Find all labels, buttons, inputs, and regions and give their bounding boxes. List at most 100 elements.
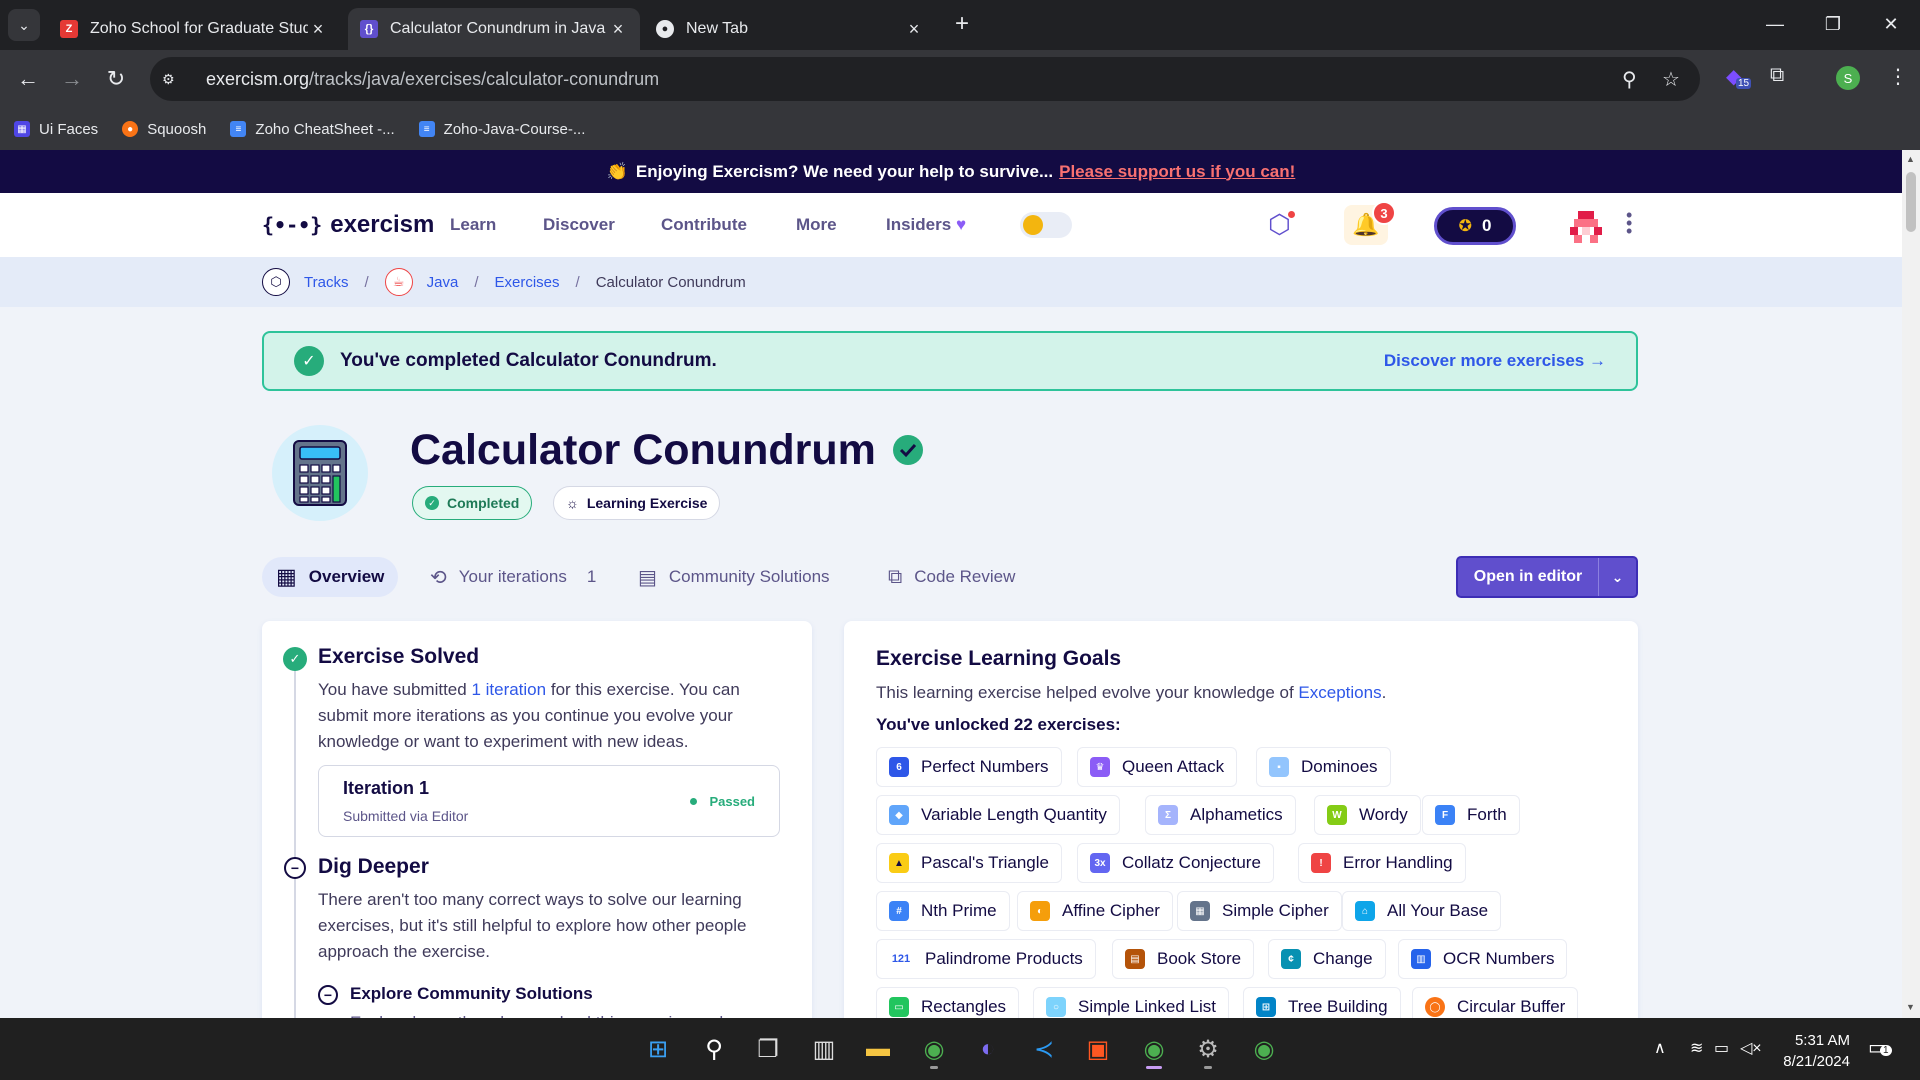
tray-chevron-icon[interactable]: ∧ [1654,1038,1666,1058]
settings-gear-icon[interactable]: ⚙ [1188,1029,1228,1069]
profile-avatar[interactable]: S [1836,66,1860,90]
restore-button[interactable]: ❐ [1810,8,1856,40]
bookmark-zoho-java-course[interactable]: ≡ Zoho-Java-Course-... [418,121,585,138]
tab-calculator-conundrum[interactable]: {} Calculator Conundrum in Java o × [348,8,640,50]
task-view-icon[interactable]: ❐ [748,1029,788,1069]
tab-new-tab[interactable]: ● New Tab × [644,8,936,50]
nav-learn[interactable]: Learn [450,215,496,235]
tab-your-iterations[interactable]: ⟲ Your iterations 1 [416,557,610,597]
volume-muted-icon[interactable]: ◁× [1740,1038,1762,1058]
chrome-profile-icon[interactable]: ◉ [1134,1029,1174,1069]
wifi-icon[interactable]: ≋ [1690,1038,1703,1058]
exercise-chip-nth-prime[interactable]: # Nth Prime [876,891,1010,931]
url-text[interactable]: exercism.org/tracks/java/exercises/calcu… [206,69,659,90]
minimize-button[interactable]: — [1752,8,1798,40]
concept-exceptions-link[interactable]: Exceptions [1298,683,1381,702]
exercise-chip-circular-buffer[interactable]: ◯ Circular Buffer [1412,987,1579,1018]
bookmark-zoho-cheatsheet[interactable]: ≡ Zoho CheatSheet -... [230,121,395,138]
exercise-chip-simple-linked-list[interactable]: ○ Simple Linked List [1033,987,1229,1018]
nav-contribute[interactable]: Contribute [661,215,747,235]
windows-start-icon[interactable]: ⊞ [638,1029,678,1069]
breadcrumb-tracks[interactable]: Tracks [304,274,348,291]
exercise-chip-book-store[interactable]: ▤ Book Store [1112,939,1255,979]
scrollbar-thumb[interactable] [1906,172,1916,232]
close-tab-icon[interactable]: × [308,19,328,40]
collapse-icon[interactable]: − [284,857,306,879]
widgets-icon[interactable]: ▥ [804,1029,844,1069]
chevron-down-icon[interactable]: ⌄ [1598,558,1636,596]
new-tab-button[interactable]: + [948,10,976,38]
wps-office-icon[interactable]: ▣ [1078,1029,1118,1069]
zoom-icon[interactable]: ⚲ [1622,67,1637,92]
extensions-puzzle-icon[interactable]: ⧉ [1770,64,1784,87]
site-info-icon[interactable]: ⚙ [162,71,192,88]
exercise-chip-all-your-base[interactable]: ⌂ All Your Base [1342,891,1502,931]
scroll-down-icon[interactable]: ▼ [1906,1002,1915,1012]
support-link[interactable]: Please support us if you can! [1059,162,1295,182]
forward-button[interactable]: → [56,63,88,95]
exercise-chip-wordy[interactable]: W Wordy [1314,795,1421,835]
notification-center-icon[interactable]: ▭ 1 [1868,1035,1892,1060]
scroll-up-icon[interactable]: ▲ [1906,154,1915,164]
vscode-icon[interactable]: ≺ [1024,1029,1064,1069]
collapse-icon[interactable]: − [318,985,338,1005]
chrome-profile-2-icon[interactable]: ◉ [1244,1029,1284,1069]
tab-zoho-school[interactable]: Z Zoho School for Graduate Studi × [48,8,340,50]
more-options-icon[interactable]: • • • [1626,206,1632,240]
iteration-card[interactable]: Iteration 1 Submitted via Editor Passed [318,765,780,837]
bookmark-squoosh[interactable]: ● Squoosh [122,121,206,138]
tab-community-solutions[interactable]: ▤ Community Solutions [624,557,844,597]
exercise-chip-dominoes[interactable]: ▪ Dominoes [1256,747,1391,787]
exercise-chip-forth[interactable]: F Forth [1422,795,1520,835]
journey-hexagon-icon[interactable]: ⬡ [1268,209,1295,240]
nav-more[interactable]: More [796,215,837,235]
exercise-chip-variable-length-quantity[interactable]: ◆ Variable Length Quantity [876,795,1120,835]
reload-button[interactable]: ↻ [100,63,132,95]
breadcrumb-java[interactable]: Java [427,274,459,291]
browser-menu-icon[interactable]: ⋮ [1888,64,1908,89]
theme-toggle[interactable] [1020,212,1072,238]
exercise-chip-change[interactable]: ¢ Change [1268,939,1386,979]
reputation-button[interactable]: ✪ 0 [1434,207,1516,245]
close-tab-icon[interactable]: × [904,19,924,40]
file-explorer-icon[interactable]: ▬ [858,1029,898,1069]
iteration-link[interactable]: 1 iteration [471,680,546,699]
exercise-chip-rectangles[interactable]: ▭ Rectangles [876,987,1020,1018]
open-in-editor-button[interactable]: Open in editor ⌄ [1456,556,1638,598]
bookmark-star-icon[interactable]: ☆ [1662,67,1680,92]
system-clock[interactable]: 5:31 AM 8/21/2024 [1760,1030,1850,1072]
back-button[interactable]: ← [12,63,44,95]
breadcrumb-exercises[interactable]: Exercises [494,274,559,291]
search-icon[interactable]: ⚲ [694,1029,734,1069]
user-avatar[interactable] [1566,207,1606,247]
exercise-chip-collatz-conjecture[interactable]: 3x Collatz Conjecture [1077,843,1274,883]
nav-discover[interactable]: Discover [543,215,615,235]
exercise-chip-alphametics[interactable]: Σ Alphametics [1145,795,1296,835]
exercise-chip-simple-cipher[interactable]: ▦ Simple Cipher [1177,891,1342,931]
close-tab-icon[interactable]: × [608,19,628,40]
explore-community-title[interactable]: Explore Community Solutions [350,984,593,1004]
bookmark-ui-faces[interactable]: ▦ Ui Faces [14,121,98,138]
chrome-app-icon[interactable]: ◉ [914,1029,954,1069]
exercise-chip-pascals-triangle[interactable]: ▲ Pascal's Triangle [876,843,1062,883]
close-window-button[interactable]: ✕ [1868,8,1914,40]
nav-insiders[interactable]: Insiders ♥ [886,215,966,235]
exercise-chip-tree-building[interactable]: ⊞ Tree Building [1243,987,1401,1018]
discover-more-link[interactable]: Discover more exercises → [1384,351,1606,371]
extension-icon[interactable]: ◆ 15 [1726,64,1752,89]
exercise-chip-ocr-numbers[interactable]: ▥ OCR Numbers [1398,939,1568,979]
exercism-logo[interactable]: {•-•} exercism [262,211,434,239]
exercise-chip-queen-attack[interactable]: ♛ Queen Attack [1077,747,1238,787]
battery-icon[interactable]: ▭ [1714,1038,1729,1058]
address-bar[interactable]: ⚙ exercism.org/tracks/java/exercises/cal… [150,57,1700,101]
eclipse-icon[interactable]: ◐ [968,1029,1008,1069]
exercise-chip-affine-cipher[interactable]: ◐ Affine Cipher [1017,891,1173,931]
page-scrollbar[interactable]: ▲ ▼ [1902,150,1920,1018]
iterations-count: 1 [586,567,597,586]
exercise-chip-error-handling[interactable]: ! Error Handling [1298,843,1466,883]
tab-code-review[interactable]: ⧉ Code Review [874,557,1029,597]
tab-overview[interactable]: ▦ Overview [262,557,399,597]
tab-search-button[interactable]: ⌄ [8,9,40,41]
exercise-chip-palindrome-products[interactable]: 121 Palindrome Products [876,939,1096,979]
exercise-chip-perfect-numbers[interactable]: 6 Perfect Numbers [876,747,1062,787]
